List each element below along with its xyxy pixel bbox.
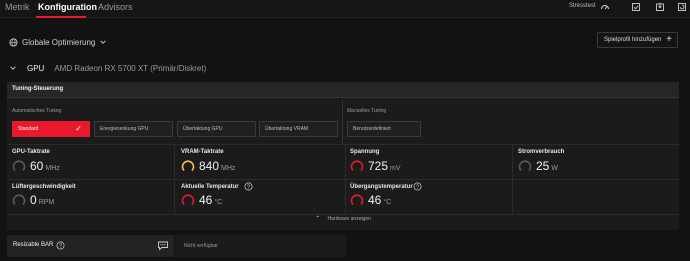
check-icon: ✓: [75, 124, 82, 133]
grid-line: [7, 179, 679, 180]
tuning-overclock-gpu-button[interactable]: Übertaktung GPU: [177, 121, 256, 137]
metric-label: Lüftergeschwindigkeit: [12, 184, 76, 190]
tuning-custom-button[interactable]: Benutzerdefiniert: [347, 121, 421, 137]
metric-value: 840 MHz: [199, 159, 236, 173]
tuning-overclock-gpu-label: Übertaktung GPU: [183, 126, 223, 132]
chat-bubble-icon[interactable]: [157, 240, 169, 251]
stopwatch-icon[interactable]: [600, 2, 610, 12]
metric-value: 60 MHz: [30, 159, 60, 173]
tuning-undervolt-gpu-button[interactable]: Energiesenkung GPU: [94, 121, 173, 137]
help-icon[interactable]: ?: [413, 182, 422, 191]
stresstest-label: Stresstest: [569, 3, 596, 9]
active-tab-indicator: [36, 16, 86, 18]
auto-tuning-label: Automatisches Tuning: [12, 108, 62, 114]
global-optimization-label: Globale Optimierung: [22, 37, 96, 47]
metric-value: 25 W: [536, 159, 558, 173]
chevron-up-icon: ⌃: [315, 216, 321, 222]
svg-text:?: ?: [59, 243, 62, 249]
metric-value: 725 mV: [368, 159, 401, 173]
panel-header: Tuning-Steuerung: [7, 82, 679, 98]
metric-value: 46 °C: [368, 193, 392, 207]
globe-icon: [9, 37, 18, 47]
resizable-bar-row: Resizable BAR ?: [7, 235, 174, 257]
grid-line: [174, 144, 175, 214]
gauge-icon: [181, 194, 195, 206]
tuning-standard-label: Standard: [18, 126, 39, 132]
tab-konfiguration[interactable]: Konfiguration: [38, 2, 97, 12]
help-icon[interactable]: ?: [244, 182, 253, 191]
resizable-bar-value: Nicht verfügbar: [184, 243, 218, 249]
gauge-icon: [350, 194, 364, 206]
svg-text:?: ?: [416, 184, 419, 190]
show-hardware-label: Hardware anzeigen: [327, 216, 371, 222]
gauge-icon: [350, 160, 364, 172]
grid-line: [345, 144, 346, 214]
gpu-label: GPU: [27, 63, 45, 73]
plus-icon: +: [666, 34, 672, 45]
metric-label: Übergangstemperatur: [350, 184, 413, 190]
tuning-standard-button[interactable]: Standard ✓: [12, 121, 90, 137]
resizable-bar-value-box: Nicht verfügbar: [175, 235, 346, 257]
reset-icon[interactable]: [677, 2, 687, 12]
tab-metrik[interactable]: Metrik: [5, 2, 30, 12]
gauge-icon: [518, 160, 532, 172]
panel-title: Tuning-Steuerung: [12, 86, 64, 92]
gpu-name: AMD Radeon RX 5700 XT (Primär/Diskret): [54, 63, 207, 73]
gauge-icon: [181, 160, 195, 172]
gauge-icon: [12, 194, 26, 206]
tab-advisors[interactable]: Advisors: [98, 2, 133, 12]
help-icon[interactable]: ?: [56, 241, 65, 250]
section-divider: [342, 99, 343, 144]
metric-label: Aktuelle Temperatur: [181, 184, 239, 190]
grid-line: [7, 144, 679, 145]
grid-line: [512, 144, 513, 214]
export-icon[interactable]: [631, 2, 641, 12]
global-optimization-dropdown[interactable]: Globale Optimierung: [9, 36, 107, 48]
metric-value: 0 RPM: [30, 193, 55, 207]
add-game-profile-label: Spielprofil hinzufügen: [604, 37, 662, 43]
svg-text:?: ?: [247, 184, 250, 190]
add-game-profile-button[interactable]: Spielprofil hinzufügen +: [597, 32, 678, 48]
chevron-down-icon: [100, 40, 107, 44]
gauge-icon: [12, 160, 26, 172]
metric-value: 46 °C: [199, 193, 223, 207]
metric-label: Spannung: [350, 149, 380, 155]
resizable-bar-label: Resizable BAR: [13, 242, 54, 248]
show-hardware-toggle[interactable]: ⌃ Hardware anzeigen: [7, 215, 679, 230]
metric-label: Stromverbrauch: [518, 149, 565, 155]
manual-tuning-label: Manuelles Tuning: [347, 108, 387, 114]
metric-label: VRAM-Taktrate: [181, 149, 224, 155]
tuning-overclock-vram-button[interactable]: Übertaktung VRAM: [259, 121, 338, 137]
tuning-control-panel: Tuning-Steuerung Automatisches Tuning Ma…: [7, 82, 679, 230]
top-navigation-bar: Metrik Konfiguration Advisors Stresstest: [0, 0, 690, 18]
gpu-selector[interactable]: GPU AMD Radeon RX 5700 XT (Primär/Diskre…: [9, 62, 206, 74]
tuning-undervolt-gpu-label: Energiesenkung GPU: [100, 126, 149, 132]
metric-label: GPU-Taktrate: [12, 149, 50, 155]
chevron-down-icon[interactable]: [9, 64, 17, 72]
import-icon[interactable]: [655, 2, 665, 12]
tuning-overclock-vram-label: Übertaktung VRAM: [265, 126, 309, 132]
tuning-custom-label: Benutzerdefiniert: [353, 126, 391, 132]
